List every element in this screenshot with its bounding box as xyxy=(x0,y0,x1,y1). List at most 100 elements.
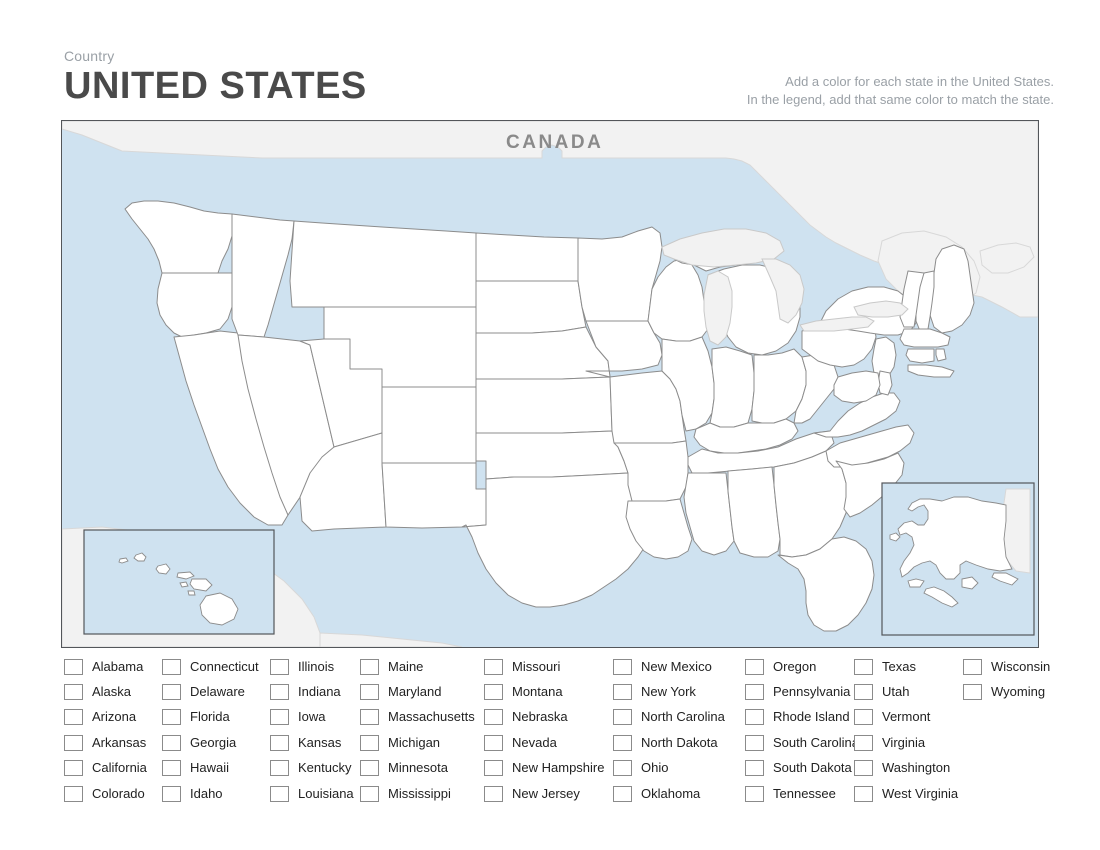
color-swatch-checkbox[interactable] xyxy=(484,734,503,751)
color-swatch-checkbox[interactable] xyxy=(963,684,982,701)
color-swatch-checkbox[interactable] xyxy=(854,709,873,726)
legend-item[interactable]: Maryland xyxy=(360,679,486,704)
color-swatch-checkbox[interactable] xyxy=(270,760,289,777)
legend-item[interactable]: Oregon xyxy=(745,654,855,679)
color-swatch-checkbox[interactable] xyxy=(854,760,873,777)
color-swatch-checkbox[interactable] xyxy=(745,709,764,726)
color-swatch-checkbox[interactable] xyxy=(484,658,503,675)
legend-item[interactable]: Oklahoma xyxy=(613,781,746,806)
legend-item[interactable]: North Carolina xyxy=(613,705,746,730)
legend-item[interactable]: Arkansas xyxy=(64,730,164,755)
hawaii-inset[interactable] xyxy=(83,529,275,635)
legend-item[interactable]: Hawaii xyxy=(162,756,272,781)
color-swatch-checkbox[interactable] xyxy=(745,658,764,675)
us-map[interactable]: .land { fill:#ffffff; stroke:#8c8c8c; st… xyxy=(61,120,1039,648)
legend-item[interactable]: Colorado xyxy=(64,781,164,806)
legend-item[interactable]: South Dakota xyxy=(745,756,855,781)
color-swatch-checkbox[interactable] xyxy=(360,734,379,751)
legend-item[interactable]: Tennessee xyxy=(745,781,855,806)
color-swatch-checkbox[interactable] xyxy=(854,734,873,751)
legend-item[interactable]: North Dakota xyxy=(613,730,746,755)
legend-item[interactable]: Nevada xyxy=(484,730,614,755)
color-swatch-checkbox[interactable] xyxy=(360,684,379,701)
color-swatch-checkbox[interactable] xyxy=(64,760,83,777)
color-swatch-checkbox[interactable] xyxy=(484,785,503,802)
legend-item[interactable]: Iowa xyxy=(270,705,362,730)
color-swatch-checkbox[interactable] xyxy=(360,760,379,777)
color-swatch-checkbox[interactable] xyxy=(613,709,632,726)
color-swatch-checkbox[interactable] xyxy=(270,785,289,802)
state-legend[interactable]: Alabama Alaska Arizona Arkansas California Co… xyxy=(61,654,1061,814)
legend-item[interactable]: California xyxy=(64,756,164,781)
color-swatch-checkbox[interactable] xyxy=(745,734,764,751)
legend-item[interactable]: Delaware xyxy=(162,679,272,704)
color-swatch-checkbox[interactable] xyxy=(162,760,181,777)
color-swatch-checkbox[interactable] xyxy=(270,684,289,701)
legend-item[interactable]: Rhode Island xyxy=(745,705,855,730)
color-swatch-checkbox[interactable] xyxy=(162,684,181,701)
color-swatch-checkbox[interactable] xyxy=(963,658,982,675)
legend-item[interactable]: Ohio xyxy=(613,756,746,781)
color-swatch-checkbox[interactable] xyxy=(745,684,764,701)
color-swatch-checkbox[interactable] xyxy=(64,658,83,675)
legend-item[interactable]: Wyoming xyxy=(963,679,1061,704)
legend-item[interactable]: Texas xyxy=(854,654,964,679)
color-swatch-checkbox[interactable] xyxy=(64,785,83,802)
legend-item[interactable]: Montana xyxy=(484,679,614,704)
color-swatch-checkbox[interactable] xyxy=(64,709,83,726)
legend-item[interactable]: Alabama xyxy=(64,654,164,679)
color-swatch-checkbox[interactable] xyxy=(854,658,873,675)
legend-item[interactable]: Idaho xyxy=(162,781,272,806)
alaska-inset[interactable] xyxy=(881,482,1035,636)
color-swatch-checkbox[interactable] xyxy=(270,734,289,751)
color-swatch-checkbox[interactable] xyxy=(484,684,503,701)
color-swatch-checkbox[interactable] xyxy=(745,760,764,777)
color-swatch-checkbox[interactable] xyxy=(613,785,632,802)
legend-item[interactable]: Michigan xyxy=(360,730,486,755)
legend-item[interactable]: Georgia xyxy=(162,730,272,755)
map-svg[interactable]: .land { fill:#ffffff; stroke:#8c8c8c; st… xyxy=(62,121,1038,647)
legend-item[interactable]: Minnesota xyxy=(360,756,486,781)
legend-item[interactable]: Kansas xyxy=(270,730,362,755)
color-swatch-checkbox[interactable] xyxy=(162,709,181,726)
legend-item[interactable]: Washington xyxy=(854,756,964,781)
legend-item[interactable]: Illinois xyxy=(270,654,362,679)
color-swatch-checkbox[interactable] xyxy=(270,658,289,675)
color-swatch-checkbox[interactable] xyxy=(162,658,181,675)
legend-item[interactable]: Connecticut xyxy=(162,654,272,679)
legend-item[interactable]: Louisiana xyxy=(270,781,362,806)
color-swatch-checkbox[interactable] xyxy=(613,760,632,777)
color-swatch-checkbox[interactable] xyxy=(484,709,503,726)
legend-item[interactable]: New York xyxy=(613,679,746,704)
legend-item[interactable]: Kentucky xyxy=(270,756,362,781)
color-swatch-checkbox[interactable] xyxy=(360,785,379,802)
legend-item[interactable]: Utah xyxy=(854,679,964,704)
legend-item[interactable]: Alaska xyxy=(64,679,164,704)
legend-item[interactable]: Missouri xyxy=(484,654,614,679)
legend-item[interactable]: Virginia xyxy=(854,730,964,755)
legend-item[interactable]: New Hampshire xyxy=(484,756,614,781)
color-swatch-checkbox[interactable] xyxy=(162,785,181,802)
legend-item[interactable]: Maine xyxy=(360,654,486,679)
legend-item[interactable]: Pennsylvania xyxy=(745,679,855,704)
color-swatch-checkbox[interactable] xyxy=(64,734,83,751)
color-swatch-checkbox[interactable] xyxy=(270,709,289,726)
color-swatch-checkbox[interactable] xyxy=(613,734,632,751)
color-swatch-checkbox[interactable] xyxy=(360,658,379,675)
color-swatch-checkbox[interactable] xyxy=(162,734,181,751)
color-swatch-checkbox[interactable] xyxy=(484,760,503,777)
legend-item[interactable]: Indiana xyxy=(270,679,362,704)
legend-item[interactable]: Wisconsin xyxy=(963,654,1061,679)
color-swatch-checkbox[interactable] xyxy=(613,684,632,701)
color-swatch-checkbox[interactable] xyxy=(854,684,873,701)
legend-item[interactable]: Vermont xyxy=(854,705,964,730)
legend-item[interactable]: Mississippi xyxy=(360,781,486,806)
color-swatch-checkbox[interactable] xyxy=(854,785,873,802)
color-swatch-checkbox[interactable] xyxy=(613,658,632,675)
legend-item[interactable]: New Mexico xyxy=(613,654,746,679)
legend-item[interactable]: South Carolina xyxy=(745,730,859,755)
legend-item[interactable]: Arizona xyxy=(64,705,164,730)
color-swatch-checkbox[interactable] xyxy=(745,785,764,802)
legend-item[interactable]: Nebraska xyxy=(484,705,614,730)
legend-item[interactable]: Massachusetts xyxy=(360,705,486,730)
